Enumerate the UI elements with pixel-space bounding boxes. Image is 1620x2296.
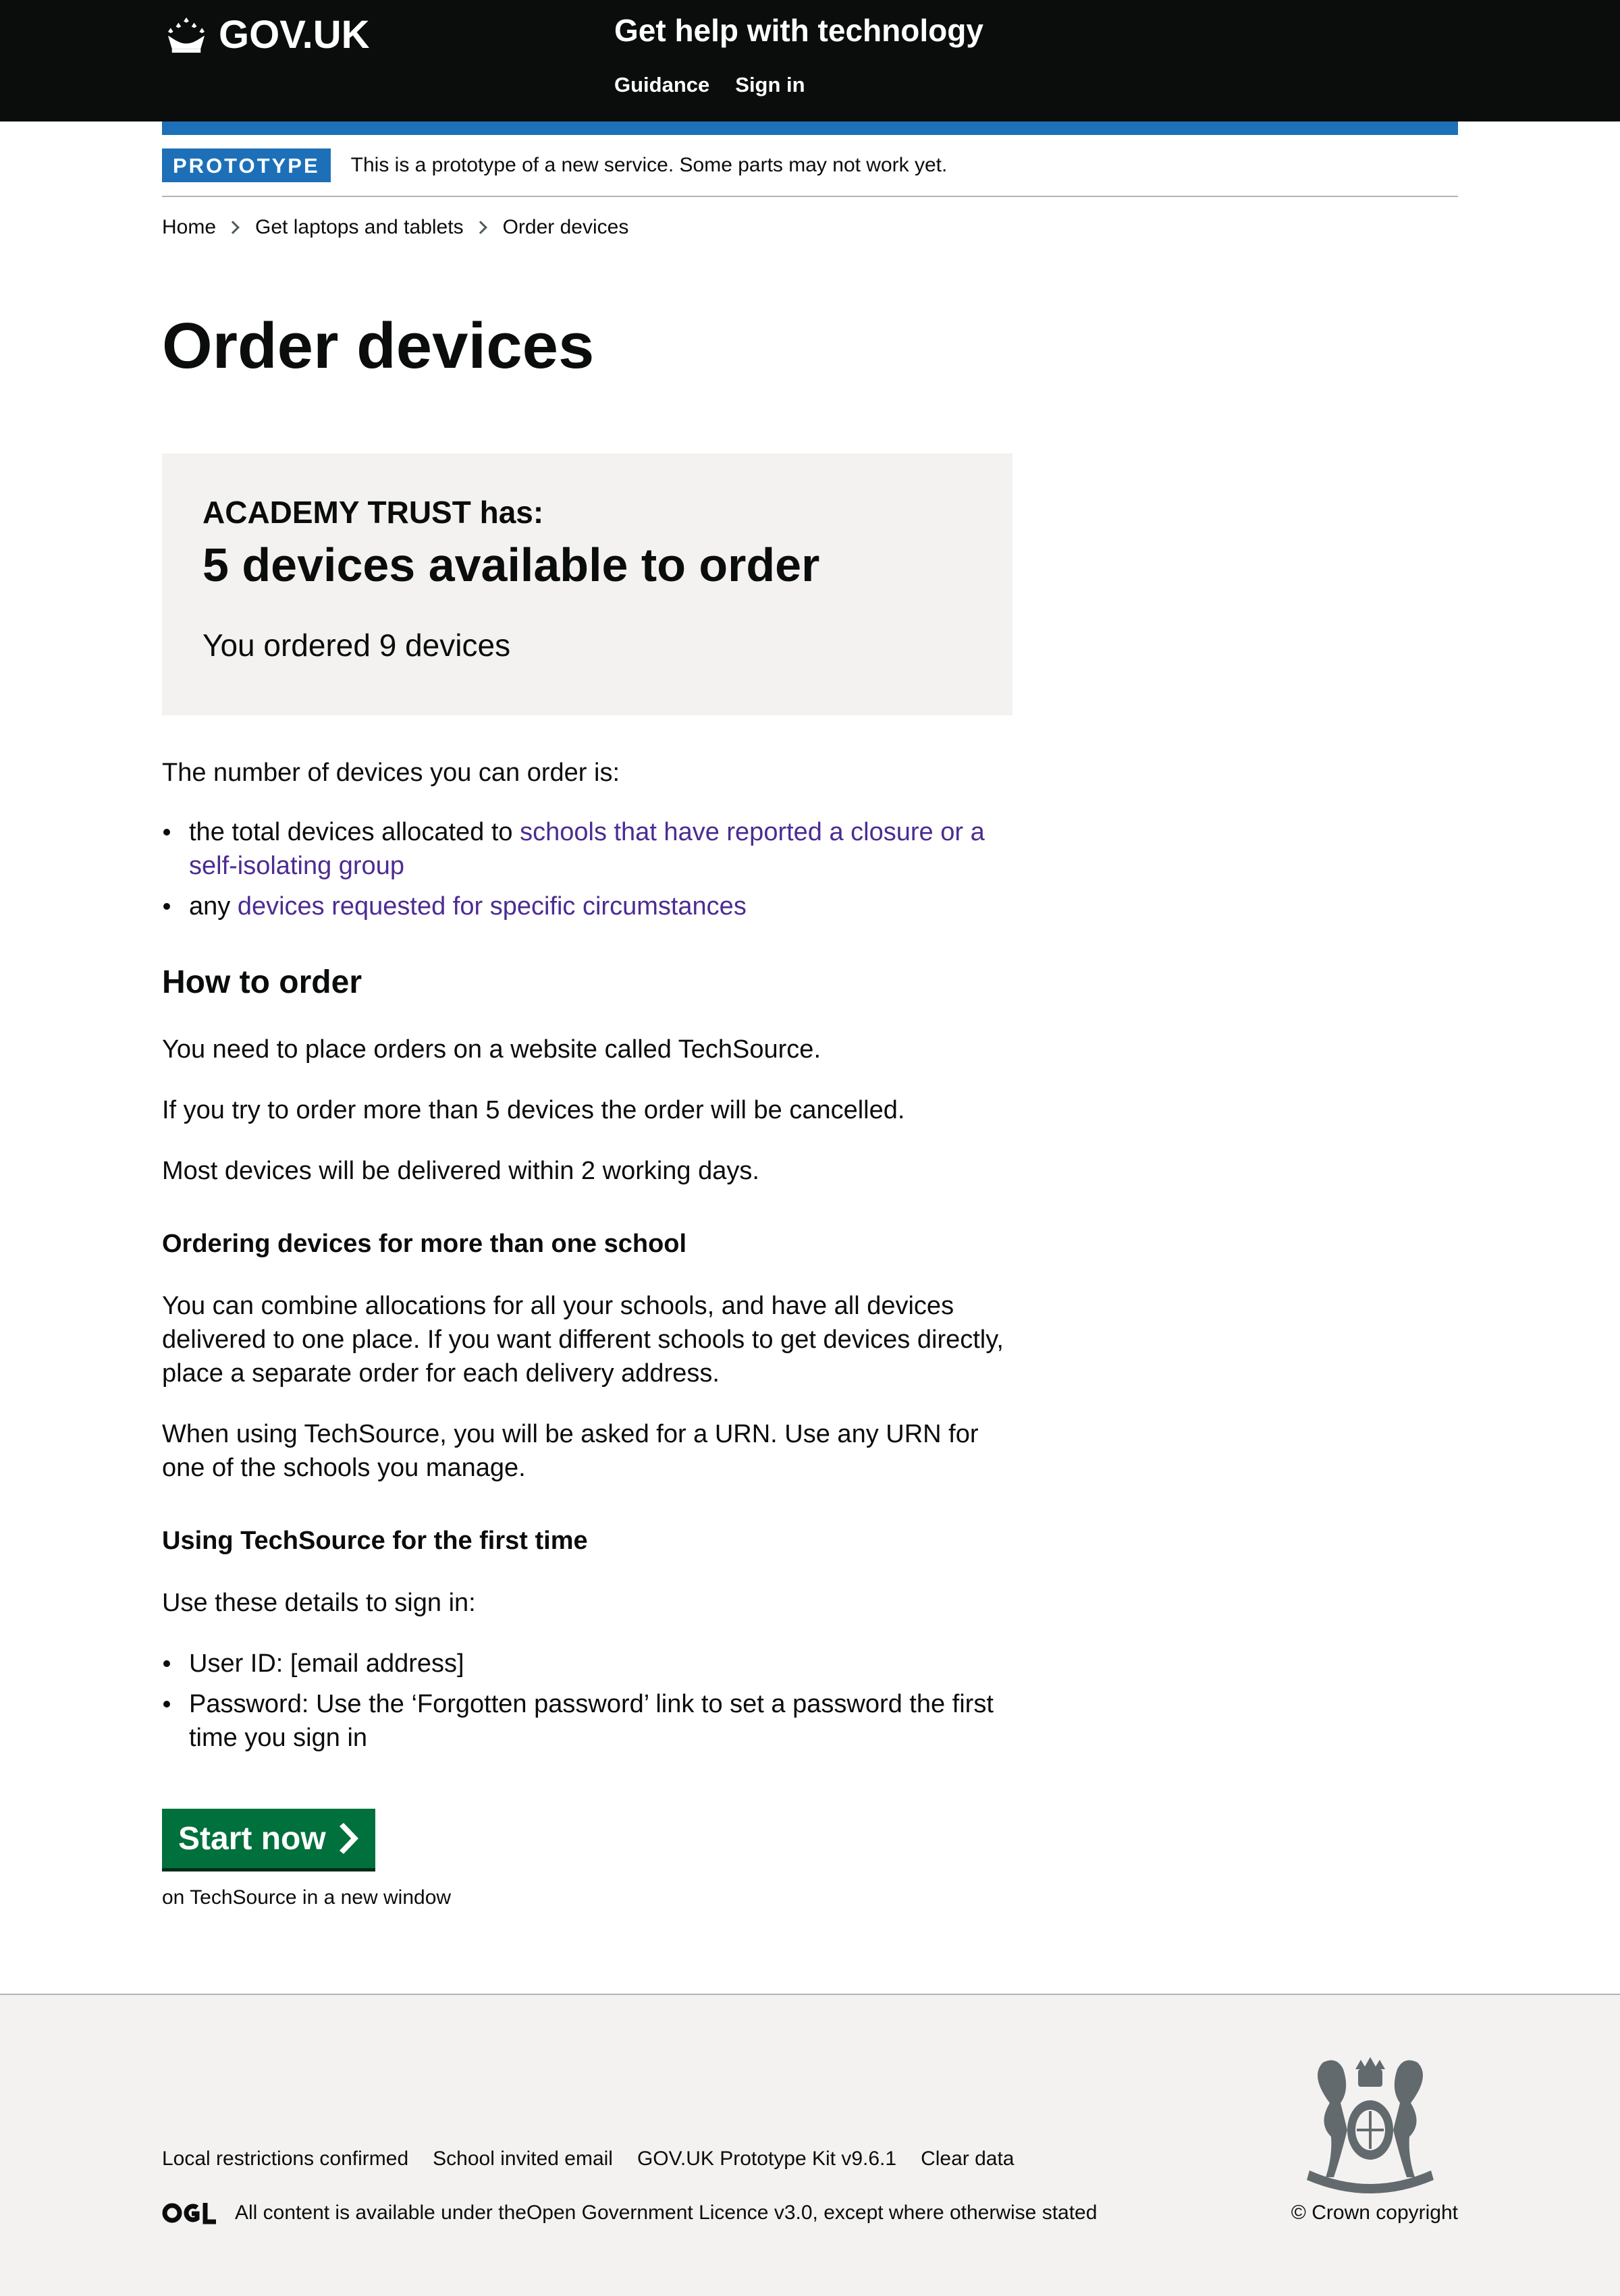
crown-icon [167, 17, 205, 53]
nav-guidance[interactable]: Guidance [614, 73, 709, 97]
first-time-heading: Using TechSource for the first time [162, 1527, 588, 1555]
crown-copyright-link[interactable]: © Crown copyright [1291, 2202, 1458, 2224]
breadcrumb-home[interactable]: Home [162, 216, 216, 239]
chevron-right-icon [226, 221, 240, 234]
list-item: any devices requested for specific circu… [162, 890, 1013, 923]
footer-link-clear-data[interactable]: Clear data [921, 2148, 1014, 2170]
page-title: Order devices [162, 310, 595, 382]
header-nav: Guidance Sign in [614, 73, 805, 97]
start-now-button[interactable]: Start now [162, 1809, 375, 1868]
sign-in-details-list: User ID: [email address] Password: Use t… [162, 1647, 1013, 1761]
specific-circumstances-link[interactable]: devices requested for specific circumsta… [238, 892, 747, 921]
phase-text: This is a prototype of a new service. So… [350, 154, 948, 176]
logo-text: GOV.UK [219, 12, 370, 57]
phase-tag: PROTOTYPE [162, 148, 331, 182]
govuk-logo-link[interactable]: GOV.UK [162, 11, 369, 58]
footer-links: Local restrictions confirmed School invi… [162, 2148, 1014, 2170]
panel-title: 5 devices available to order [202, 539, 820, 592]
multi-school-heading: Ordering devices for more than one schoo… [162, 1230, 687, 1258]
how-to-order-p2: If you try to order more than 5 devices … [162, 1096, 905, 1124]
ogl-logo-icon [162, 2203, 216, 2224]
licence-link[interactable]: Open Government Licence v3.0 [526, 2202, 813, 2224]
footer-link-school-invited[interactable]: School invited email [433, 2148, 613, 2170]
list-item-text: the total devices allocated to [189, 818, 520, 846]
site-footer: Local restrictions confirmed School invi… [0, 1994, 1620, 2296]
list-item: User ID: [email address] [162, 1647, 1013, 1680]
footer-link-local-restrictions[interactable]: Local restrictions confirmed [162, 2148, 408, 2170]
nav-sign-in[interactable]: Sign in [735, 73, 805, 97]
allocation-panel: ACADEMY TRUST has: 5 devices available t… [162, 454, 1013, 715]
phase-banner: PROTOTYPE This is a prototype of a new s… [162, 135, 1458, 197]
first-time-intro: Use these details to sign in: [162, 1589, 476, 1617]
crown-copyright: © Crown copyright [1291, 2202, 1458, 2224]
royal-coat-of-arms-icon [1307, 2057, 1434, 2193]
service-name-link[interactable]: Get help with technology [614, 12, 983, 49]
licence-suffix: , except where otherwise stated [812, 2202, 1098, 2224]
breadcrumb: Home Get laptops and tablets Order devic… [162, 216, 628, 239]
allocation-list: the total devices allocated to schools t… [162, 815, 1013, 930]
panel-subheading: ACADEMY TRUST has: [202, 495, 544, 530]
multi-school-p2: When using TechSource, you will be asked… [162, 1420, 979, 1483]
site-header: GOV.UK Get help with technology Guidance… [0, 0, 1620, 121]
breadcrumb-get-laptops[interactable]: Get laptops and tablets [255, 216, 464, 239]
multi-school-p1: You can combine allocations for all your… [162, 1292, 1004, 1388]
start-button-label: Start now [178, 1820, 326, 1857]
intro-text: The number of devices you can order is: [162, 759, 620, 787]
header-accent-bar [162, 121, 1458, 135]
list-item: the total devices allocated to schools t… [162, 815, 1013, 883]
list-item: Password: Use the ‘Forgotten password’ l… [162, 1687, 1013, 1755]
arrow-right-icon [339, 1823, 358, 1854]
how-to-order-p3: Most devices will be delivered within 2 … [162, 1157, 759, 1185]
licence-notice: All content is available under the Open … [162, 2202, 1097, 2224]
how-to-order-p1: You need to place orders on a website ca… [162, 1035, 821, 1064]
how-to-order-heading: How to order [162, 964, 362, 1000]
list-item-text: any [189, 892, 238, 921]
footer-link-prototype-kit[interactable]: GOV.UK Prototype Kit v9.6.1 [637, 2148, 896, 2170]
licence-prefix: All content is available under the [235, 2202, 526, 2224]
panel-ordered-count: You ordered 9 devices [202, 628, 511, 663]
breadcrumb-current: Order devices [502, 216, 629, 238]
start-hint: on TechSource in a new window [162, 1886, 452, 1909]
chevron-right-icon [473, 221, 487, 234]
